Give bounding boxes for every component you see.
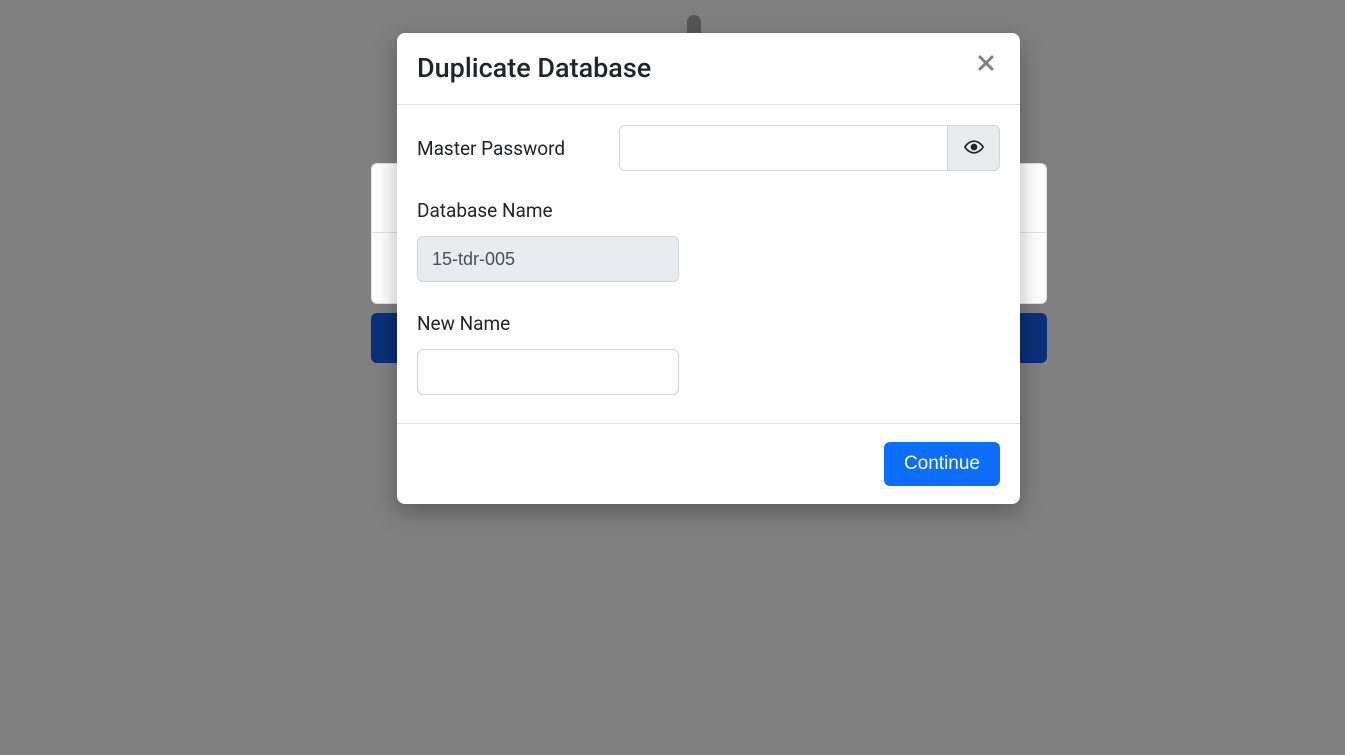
- eye-icon: [964, 137, 984, 160]
- database-name-row: Database Name: [417, 199, 1000, 282]
- toggle-password-visibility-button[interactable]: [948, 125, 1000, 171]
- new-name-label: New Name: [417, 312, 1000, 335]
- new-name-input[interactable]: [417, 349, 679, 395]
- master-password-row: Master Password: [417, 125, 1000, 171]
- database-name-label: Database Name: [417, 199, 1000, 222]
- modal-title: Duplicate Database: [417, 51, 651, 86]
- duplicate-database-modal: Duplicate Database Master Password: [397, 33, 1020, 504]
- close-icon: [978, 54, 994, 77]
- master-password-input[interactable]: [619, 125, 948, 171]
- modal-body: Master Password Database Name New Name: [397, 105, 1020, 423]
- master-password-label: Master Password: [417, 137, 607, 160]
- close-button[interactable]: [972, 51, 1000, 79]
- master-password-input-group: [619, 125, 1000, 171]
- new-name-row: New Name: [417, 312, 1000, 395]
- database-name-input: [417, 236, 679, 282]
- modal-header: Duplicate Database: [397, 33, 1020, 105]
- modal-footer: Continue: [397, 423, 1020, 504]
- continue-button[interactable]: Continue: [884, 442, 1000, 486]
